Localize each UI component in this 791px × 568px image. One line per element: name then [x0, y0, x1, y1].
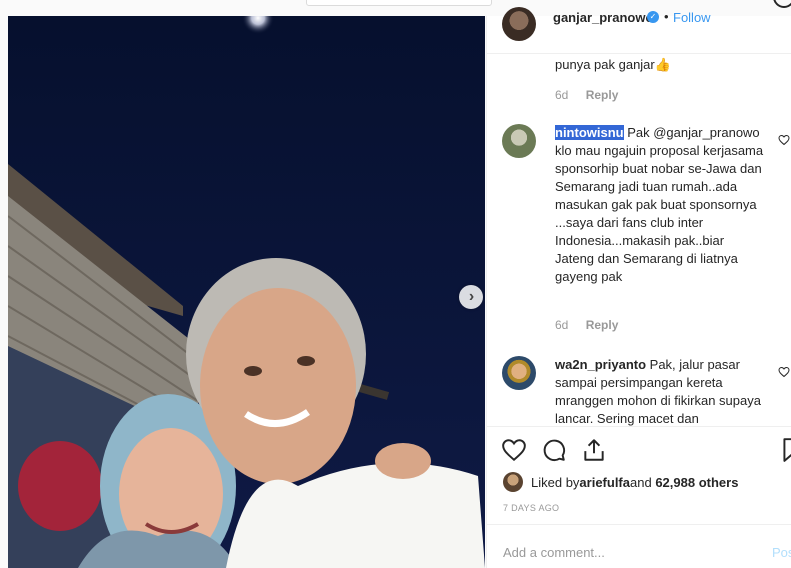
post-header: ganjar_pranowo ✓ • Follow: [487, 0, 791, 54]
post-author-username[interactable]: ganjar_pranowo: [553, 10, 653, 25]
share-icon[interactable]: [581, 437, 607, 463]
likes-middle: and: [630, 474, 652, 490]
avatar[interactable]: [503, 472, 523, 492]
avatar[interactable]: [502, 356, 536, 390]
verified-badge-icon: ✓: [647, 11, 659, 23]
comment-meta: 6d Reply: [555, 318, 618, 332]
comment-text: nintowisnu Pak @ganjar_pranowo klo mau n…: [555, 124, 765, 286]
comment-bubble-icon[interactable]: [541, 437, 567, 463]
post-sidebar: ganjar_pranowo ✓ • Follow punya pak ganj…: [486, 7, 791, 568]
post-date: 7 DAYS AGO: [503, 503, 560, 513]
avatar[interactable]: [502, 7, 536, 41]
comment-age: 6d: [555, 318, 569, 332]
add-comment-input[interactable]: Add a comment...: [503, 545, 605, 560]
separator-dot: •: [664, 9, 669, 24]
reply-button[interactable]: Reply: [586, 318, 619, 332]
chevron-right-icon: ›: [468, 288, 475, 305]
bookmark-icon[interactable]: [779, 437, 791, 463]
search-input[interactable]: [306, 0, 492, 6]
comment-body: Pak @ganjar_pranowo klo mau ngajuin prop…: [555, 125, 764, 284]
avatar[interactable]: [502, 124, 536, 158]
liked-by-username[interactable]: ariefulfa: [579, 475, 630, 490]
like-comment-heart-icon[interactable]: [778, 134, 790, 146]
reply-button[interactable]: Reply: [586, 88, 619, 102]
photo-illustration: [8, 16, 485, 568]
post-comment-button[interactable]: Post: [772, 545, 791, 560]
follow-button[interactable]: Follow: [673, 10, 711, 25]
likes-summary: Liked by ariefulfa and 62,988 others: [503, 471, 738, 493]
comment-age: 6d: [555, 88, 569, 102]
add-comment-bar: Add a comment... Post: [487, 524, 791, 568]
comment-list[interactable]: punya pak ganjar👍 6d Reply nintowisnu Pa…: [487, 54, 791, 442]
post-actions-bar: [487, 426, 791, 472]
likes-prefix: Liked by: [531, 474, 580, 490]
post-photo: ›: [8, 16, 485, 568]
comment-username[interactable]: nintowisnu: [555, 125, 624, 140]
instagram-post-view: › ganjar_pranowo ✓ • Follow punya pak ga…: [0, 0, 791, 568]
comment-username[interactable]: wa2n_priyanto: [555, 357, 646, 372]
comment-text: punya pak ganjar👍: [555, 57, 671, 72]
next-photo-button[interactable]: ›: [459, 285, 483, 309]
likes-others-count[interactable]: 62,988 others: [655, 475, 738, 490]
heart-icon[interactable]: [501, 437, 527, 463]
comment-meta: 6d Reply: [555, 88, 618, 102]
comment-text: wa2n_priyanto Pak, jalur pasar sampai pe…: [555, 356, 765, 428]
like-comment-heart-icon[interactable]: [778, 366, 790, 378]
